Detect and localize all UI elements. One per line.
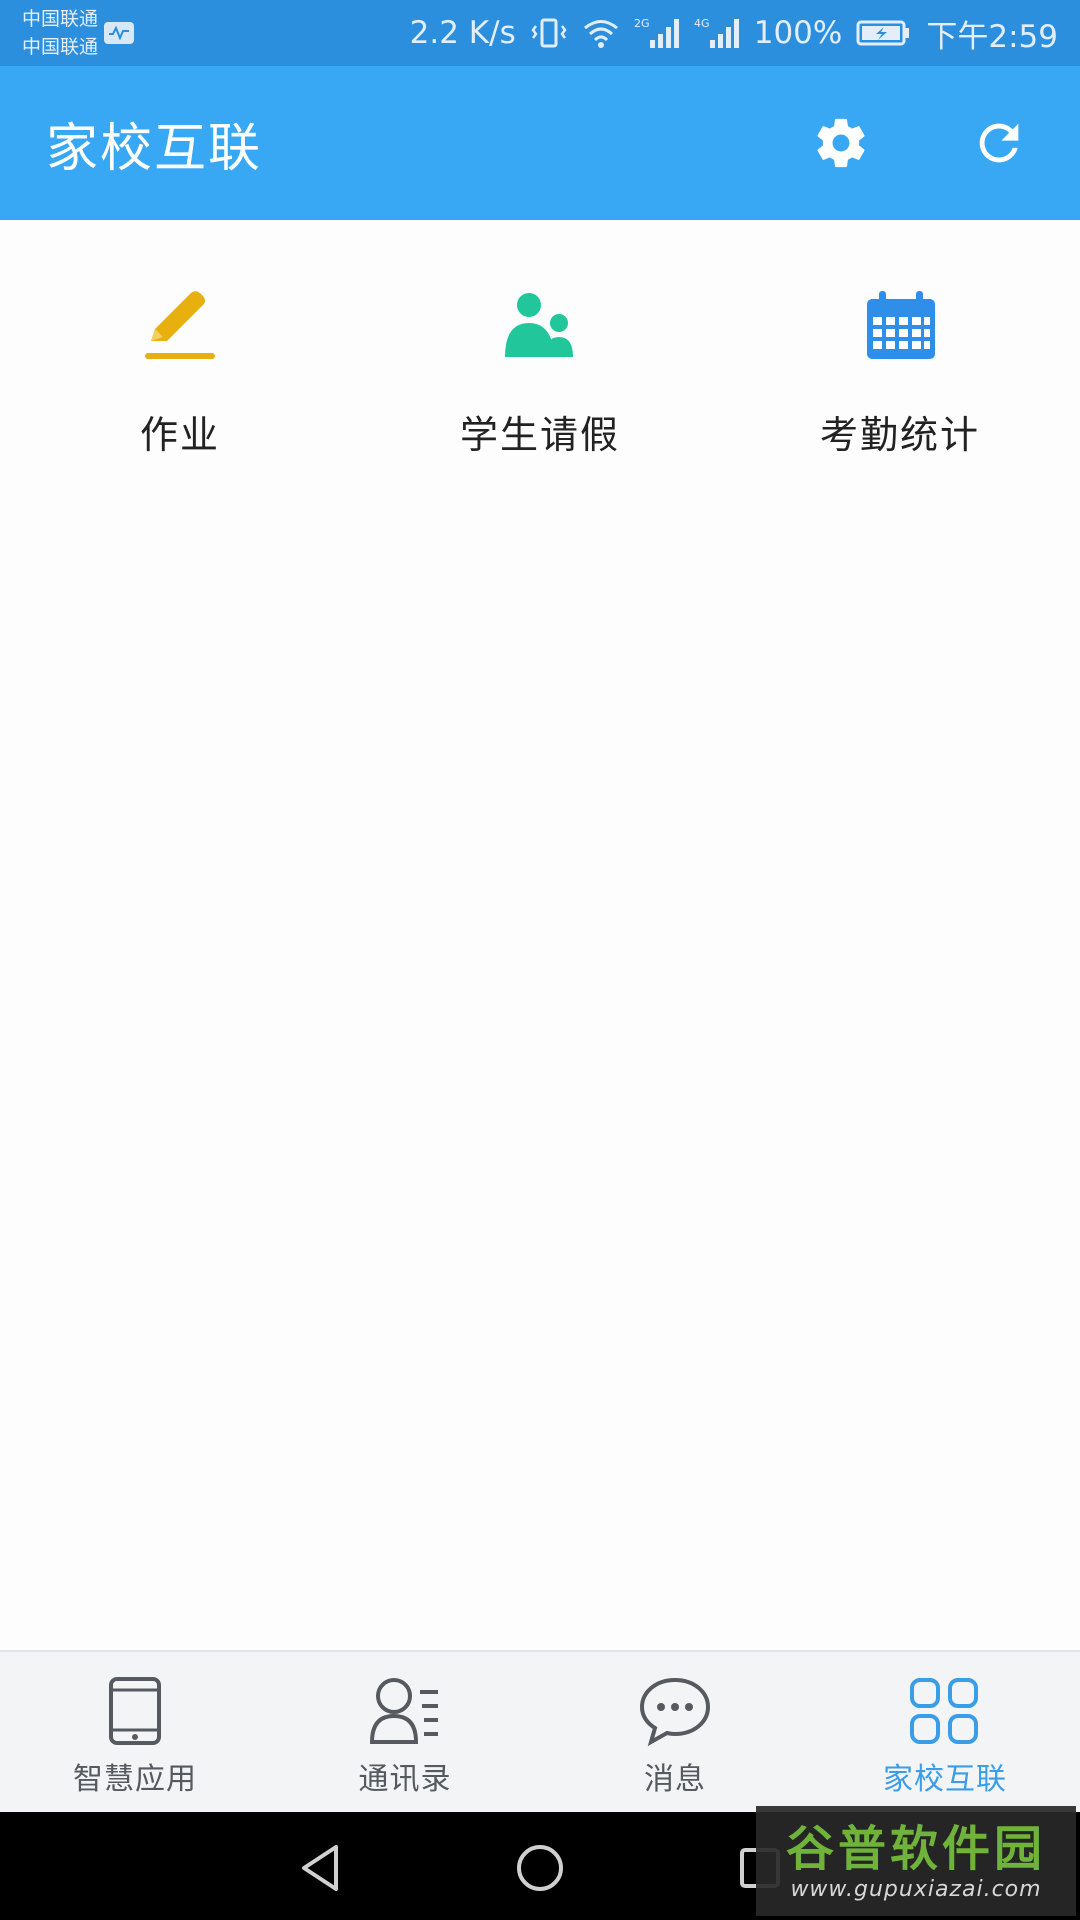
watermark: 谷普软件园 www.gupuxiazai.com [756, 1806, 1076, 1916]
tab-label: 通讯录 [358, 1762, 452, 1797]
battery-percent: 100% [753, 15, 843, 51]
feature-homework[interactable]: 作业 [0, 220, 360, 470]
feature-label: 学生请假 [459, 413, 620, 457]
tab-messages[interactable]: 消息 [540, 1652, 810, 1812]
bottom-nav: 智慧应用 通讯录 消息 家校互联 [0, 1650, 1080, 1812]
grid-icon [905, 1674, 985, 1748]
activity-icon [104, 22, 135, 44]
feature-grid: 作业 学生请假 考勤统计 [0, 220, 1080, 470]
refresh-icon [979, 123, 1019, 163]
feature-student-leave[interactable]: 学生请假 [360, 220, 720, 470]
tab-contacts[interactable]: 通讯录 [270, 1652, 540, 1812]
watermark-title: 谷普软件园 [785, 1820, 1046, 1877]
refresh-button[interactable] [966, 110, 1032, 176]
vibrate-icon [530, 17, 568, 49]
home-button[interactable] [510, 1842, 570, 1894]
tab-home-school[interactable]: 家校互联 [810, 1652, 1080, 1812]
calendar-icon [860, 286, 940, 366]
wifi-icon [582, 17, 620, 49]
signal-2g-icon: 2G [634, 16, 680, 50]
tab-label: 消息 [644, 1762, 706, 1797]
signal-1-text: 2G [634, 17, 650, 30]
back-icon [302, 1845, 338, 1891]
app-bar: 家校互联 [0, 66, 1080, 220]
carrier-info: 中国联通 中国联通 [22, 5, 135, 61]
tab-label: 智慧应用 [73, 1762, 197, 1797]
contacts-icon [365, 1674, 445, 1748]
signal-2-text: 4G [694, 17, 710, 30]
status-indicators: 2.2 K/s 2G 4G 100% 下午2:59 [410, 11, 1058, 56]
watermark-url: www.gupuxiazai.com [790, 1876, 1042, 1902]
clock-time: 下午2:59 [926, 18, 1058, 55]
feature-attendance-stats[interactable]: 考勤统计 [720, 220, 1080, 470]
settings-button[interactable] [808, 110, 874, 176]
tab-label: 家校互联 [883, 1762, 1007, 1797]
home-icon [517, 1845, 563, 1891]
status-bar: 中国联通 中国联通 2.2 K/s 2G 4G 100% 下午2:59 [0, 0, 1080, 66]
battery-icon [856, 18, 912, 48]
back-button[interactable] [290, 1842, 350, 1894]
gear-icon [817, 118, 865, 168]
carrier-2-label: 中国联通 [22, 36, 99, 58]
screen: 中国联通 中国联通 2.2 K/s 2G 4G 100% 下午2:59 家校互联… [0, 0, 1080, 1920]
network-speed: 2.2 K/s [409, 15, 516, 51]
page-title: 家校互联 [46, 118, 263, 179]
signal-4g-icon: 4G [694, 16, 740, 50]
pencil-icon [140, 286, 220, 366]
tablet-icon [95, 1674, 175, 1748]
feature-label: 作业 [139, 413, 220, 457]
people-icon [500, 286, 580, 366]
carrier-1-label: 中国联通 [22, 8, 99, 30]
chat-icon [635, 1674, 715, 1748]
tab-smart-apps[interactable]: 智慧应用 [0, 1652, 270, 1812]
feature-label: 考勤统计 [819, 413, 980, 457]
